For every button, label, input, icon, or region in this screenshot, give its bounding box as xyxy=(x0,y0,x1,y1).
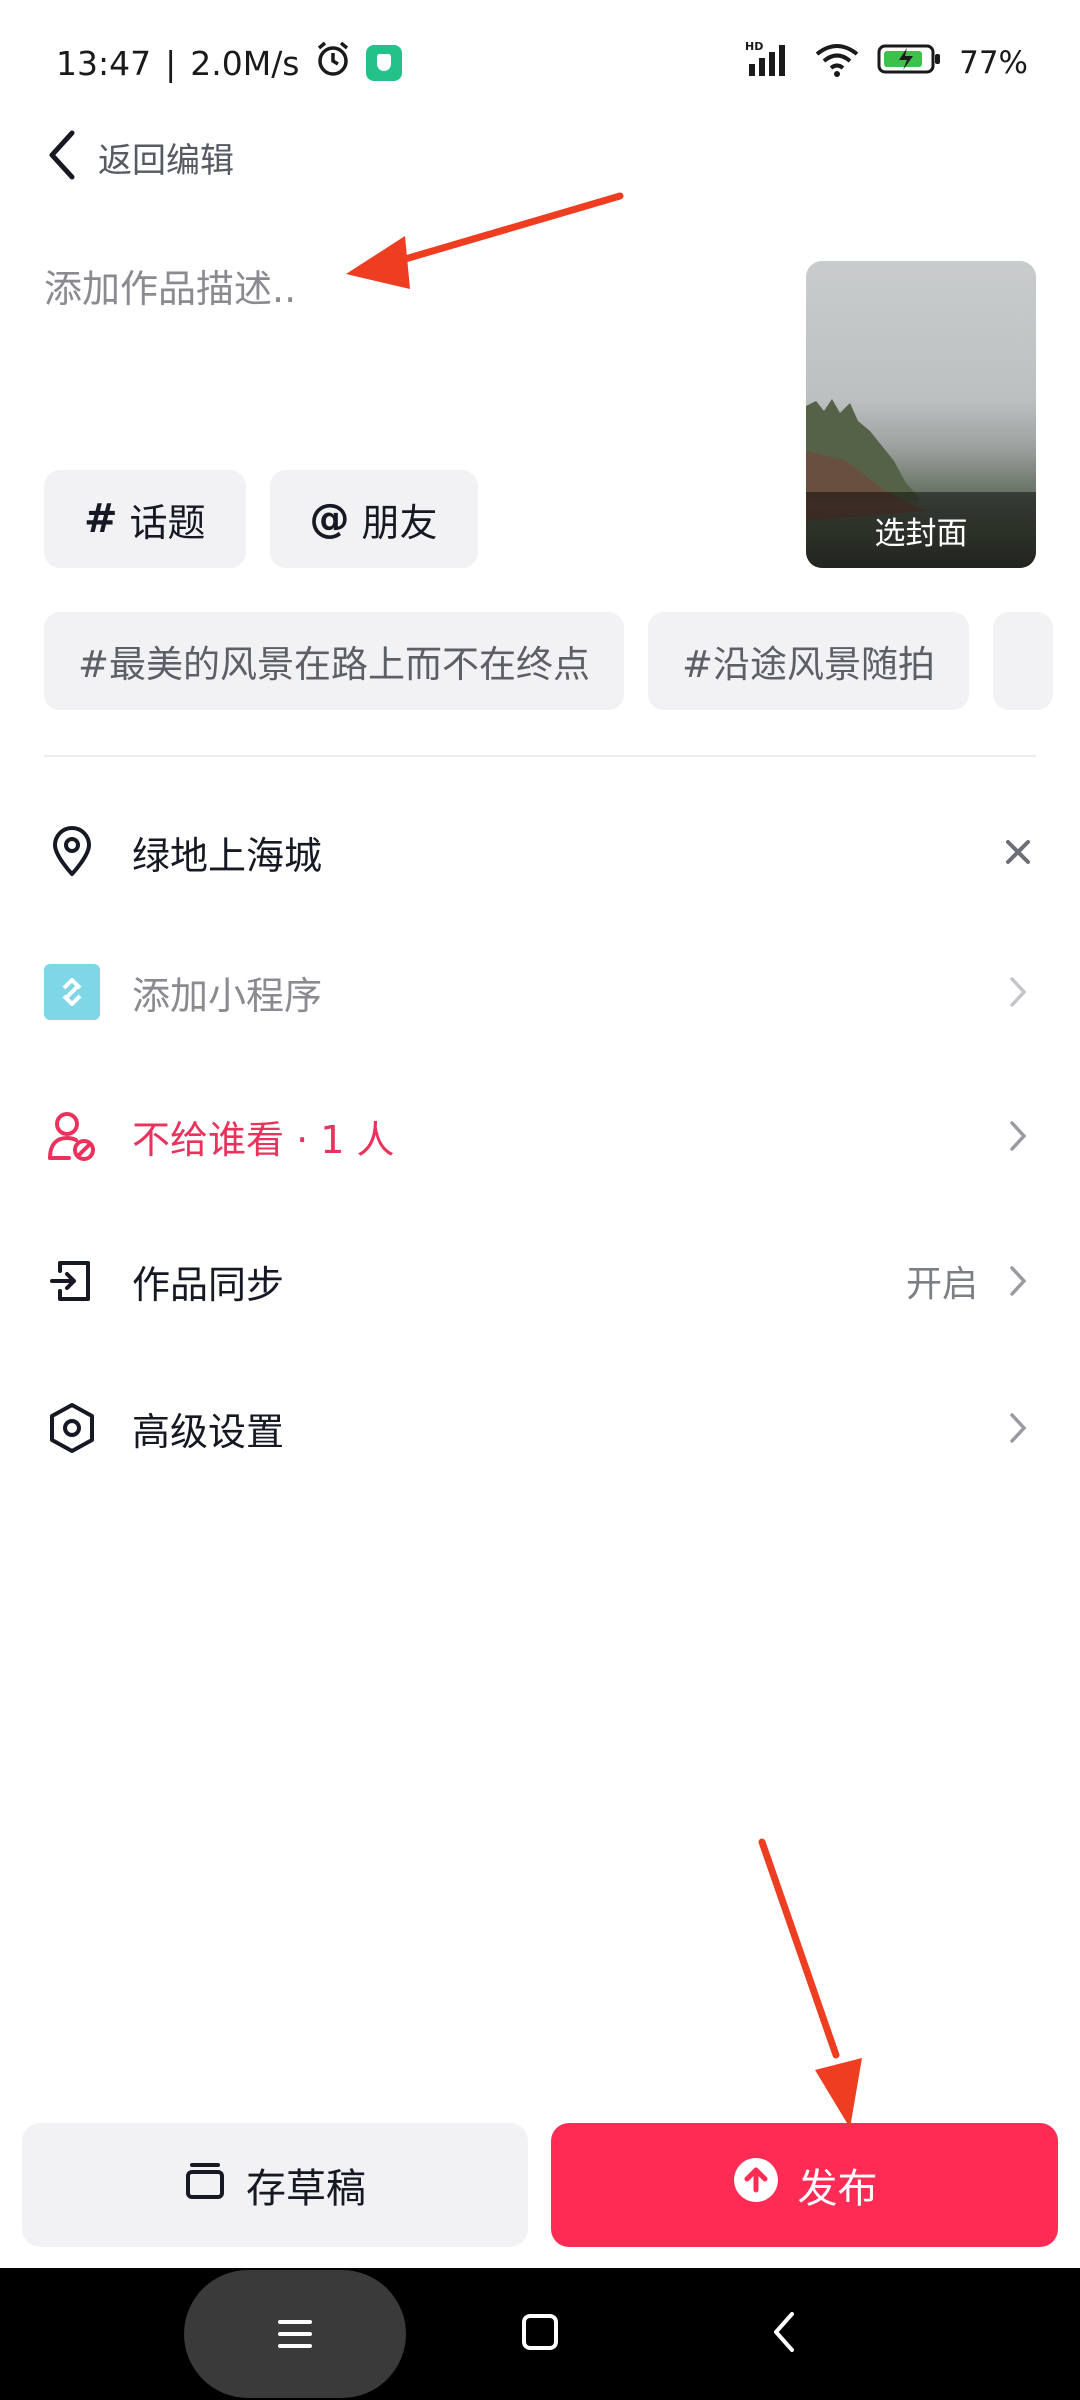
annotation-arrow-description xyxy=(346,192,624,289)
privacy-row[interactable]: 不给谁看 · 1 人 xyxy=(44,1081,1036,1191)
mini-program-row[interactable]: 添加小程序 xyxy=(44,937,1036,1047)
chevron-right-icon xyxy=(1000,1410,1036,1446)
location-pin-icon xyxy=(44,824,100,880)
back-to-edit-label: 返回编辑 xyxy=(98,140,234,181)
status-right: HD 77% xyxy=(745,40,1028,86)
suggested-tag-partial[interactable] xyxy=(993,612,1054,710)
status-bar: 13:47 | 2.0M/s HD 77% xyxy=(0,0,1080,130)
back-to-edit-button[interactable]: 返回编辑 xyxy=(44,122,234,192)
sync-icon xyxy=(44,1253,100,1309)
hashtag-icon: # xyxy=(84,496,118,542)
publish-label: 发布 xyxy=(797,2166,878,2212)
battery-icon xyxy=(877,42,943,84)
app-notification-icon xyxy=(365,45,402,81)
mini-program-icon xyxy=(44,964,100,1020)
system-nav-bar xyxy=(0,2268,1080,2400)
suggested-tag[interactable]: #最美的风景在路上而不在终点 xyxy=(44,612,625,710)
sync-label: 作品同步 xyxy=(132,1262,285,1307)
suggested-tags: #最美的风景在路上而不在终点 #沿途风景随拍 xyxy=(44,612,1080,710)
chevron-right-icon xyxy=(1000,1118,1036,1154)
save-draft-label: 存草稿 xyxy=(246,2166,366,2212)
status-time: 13:47 xyxy=(56,43,152,83)
signal-icon: HD xyxy=(745,40,797,86)
status-net-speed: 2.0M/s xyxy=(190,43,300,83)
topic-chip[interactable]: # 话题 xyxy=(44,470,246,568)
location-row[interactable]: 绿地上海城 xyxy=(44,797,1036,907)
sync-row[interactable]: 作品同步 开启 xyxy=(44,1226,1036,1336)
friend-label: 朋友 xyxy=(361,500,438,545)
battery-level: 77% xyxy=(959,45,1028,81)
upload-arrow-icon xyxy=(732,2156,780,2214)
advanced-settings-label: 高级设置 xyxy=(132,1409,285,1454)
sync-value: 开启 xyxy=(905,1264,978,1305)
annotation-arrow-publish xyxy=(758,1838,862,2128)
settings-hexagon-icon xyxy=(44,1400,100,1456)
location-label: 绿地上海城 xyxy=(132,833,323,878)
description-input[interactable]: 添加作品描述.. xyxy=(44,258,296,313)
divider xyxy=(44,755,1036,757)
nav-back-icon xyxy=(774,2312,794,2352)
cover-thumbnail[interactable]: 选封面 xyxy=(806,261,1036,568)
user-block-icon xyxy=(44,1108,100,1164)
suggested-tag[interactable]: #沿途风景随拍 xyxy=(648,612,970,710)
friend-chip[interactable]: @ 朋友 xyxy=(269,470,478,568)
publish-button[interactable]: 发布 xyxy=(551,2123,1058,2247)
chevron-right-icon xyxy=(1000,1263,1036,1299)
draft-box-icon xyxy=(184,2159,226,2211)
hd-label: HD xyxy=(745,40,763,53)
privacy-label: 不给谁看 · 1 人 xyxy=(132,1117,395,1162)
status-left: 13:47 | 2.0M/s xyxy=(56,40,402,86)
clear-location-icon[interactable] xyxy=(1000,834,1036,870)
chevron-right-icon xyxy=(1000,974,1036,1010)
home-button[interactable] xyxy=(522,2314,558,2350)
menu-button[interactable] xyxy=(184,2270,406,2398)
wifi-icon xyxy=(813,40,861,86)
mention-chips: # 话题 @ 朋友 xyxy=(44,470,478,568)
mini-program-label: 添加小程序 xyxy=(132,973,323,1018)
select-cover-label: 选封面 xyxy=(806,492,1036,568)
bottom-action-bar: 存草稿 发布 xyxy=(0,2123,1080,2249)
alarm-icon xyxy=(314,40,352,86)
status-separator: | xyxy=(165,43,177,83)
topic-label: 话题 xyxy=(129,500,206,545)
at-icon: @ xyxy=(309,496,350,542)
advanced-settings-row[interactable]: 高级设置 xyxy=(44,1373,1036,1483)
menu-icon xyxy=(278,2320,312,2348)
save-draft-button[interactable]: 存草稿 xyxy=(22,2123,528,2247)
back-arrow-icon xyxy=(44,129,78,185)
back-button[interactable] xyxy=(770,2310,798,2358)
